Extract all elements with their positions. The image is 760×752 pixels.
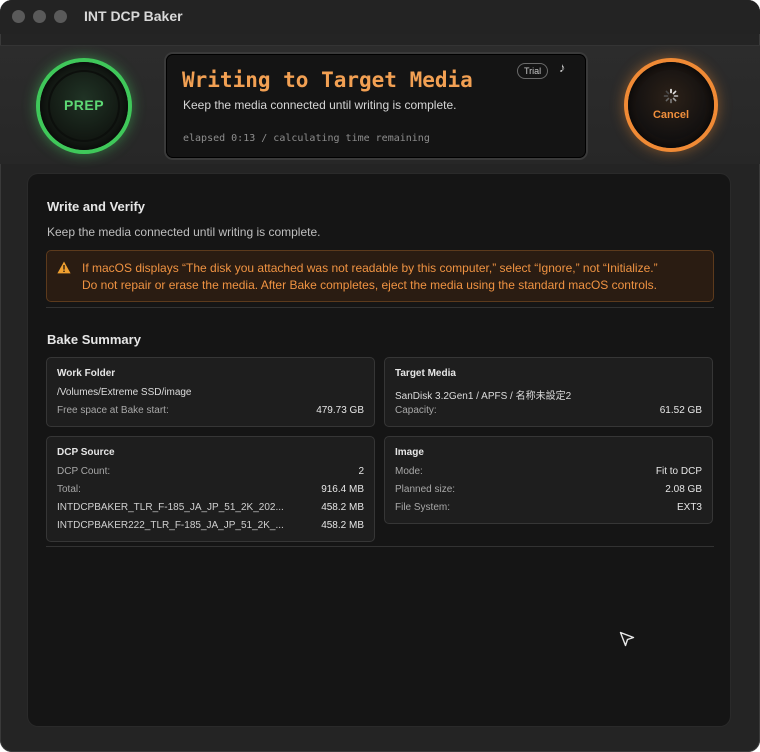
image-row-label: Planned size: xyxy=(395,484,456,495)
dcp-source-row: DCP Count: 2 xyxy=(57,466,364,480)
work-folder-card: Work Folder /Volumes/Extreme SSD/image F… xyxy=(46,357,375,427)
image-row: Mode: Fit to DCP xyxy=(395,466,702,480)
close-window-button[interactable] xyxy=(12,10,25,23)
app-window: INT DCP Baker PREP Writing to Target Med… xyxy=(0,0,760,752)
cancel-button[interactable]: Cancel xyxy=(628,62,714,148)
image-row-value: EXT3 xyxy=(676,502,702,513)
free-space-value: 479.73 GB xyxy=(316,405,364,416)
prep-button-label: PREP xyxy=(63,97,105,113)
window-title: INT DCP Baker xyxy=(84,8,183,24)
summary-divider xyxy=(46,546,714,547)
music-note-icon[interactable]: ♪ xyxy=(559,60,566,75)
dcp-source-row: INTDCPBAKER_TLR_F-185_JA_JP_51_2K_202...… xyxy=(57,502,364,516)
prep-button[interactable]: PREP xyxy=(40,62,128,150)
capacity-value: 61.52 GB xyxy=(659,405,702,416)
image-row-label: File System: xyxy=(395,502,451,513)
dcp-source-row-value: 916.4 MB xyxy=(321,484,364,495)
status-display: Writing to Target Media Keep the media c… xyxy=(166,54,586,158)
image-row-value: Fit to DCP xyxy=(655,466,702,477)
elapsed-time-text: elapsed 0:13 / calculating time remainin… xyxy=(183,133,430,144)
target-media-device: SanDisk 3.2Gen1 / APFS / 名称未設定2 xyxy=(395,391,572,402)
image-row-value: 2.08 GB xyxy=(665,484,702,495)
dcp-source-row-value: 458.2 MB xyxy=(321,502,364,513)
zoom-window-button[interactable] xyxy=(54,10,67,23)
free-space-row: Free space at Bake start: 479.73 GB xyxy=(57,405,364,419)
dcp-source-card: DCP Source DCP Count: 2 Total: 916.4 MB … xyxy=(46,436,375,542)
target-media-card: Target Media SanDisk 3.2Gen1 / APFS / 名称… xyxy=(384,357,713,427)
dcp-source-row: INTDCPBAKER222_TLR_F-185_JA_JP_51_2K_...… xyxy=(57,520,364,534)
dcp-source-row-label: INTDCPBAKER222_TLR_F-185_JA_JP_51_2K_... xyxy=(57,520,284,531)
image-row: File System: EXT3 xyxy=(395,502,702,516)
dcp-source-row-label: INTDCPBAKER_TLR_F-185_JA_JP_51_2K_202... xyxy=(57,502,284,513)
cancel-button-label: Cancel xyxy=(652,109,690,121)
warning-banner: If macOS displays “The disk you attached… xyxy=(46,250,714,302)
image-card: Image Mode: Fit to DCP Planned size: 2.0… xyxy=(384,436,713,524)
title-bar: INT DCP Baker xyxy=(0,0,760,34)
section-divider xyxy=(46,307,714,308)
free-space-label: Free space at Bake start: xyxy=(57,405,169,416)
trial-badge[interactable]: Trial xyxy=(517,63,549,79)
status-title: Writing to Target Media xyxy=(182,68,473,92)
dcp-source-row-label: Total: xyxy=(57,484,81,495)
cancel-button-face: Cancel xyxy=(636,70,706,140)
dcp-source-row-label: DCP Count: xyxy=(57,466,111,477)
work-folder-title: Work Folder xyxy=(57,368,116,379)
status-subtitle: Keep the media connected until writing i… xyxy=(183,98,457,112)
dcp-source-row-value: 2 xyxy=(358,466,364,477)
capacity-label: Capacity: xyxy=(395,405,437,416)
mouse-pointer-icon xyxy=(619,631,635,647)
warning-text-line-1: If macOS displays “The disk you attached… xyxy=(82,261,658,275)
image-title: Image xyxy=(395,447,424,458)
summary-heading: Bake Summary xyxy=(47,332,141,347)
section-heading: Write and Verify xyxy=(47,199,146,214)
image-row: Planned size: 2.08 GB xyxy=(395,484,702,498)
warning-text-line-2: Do not repair or erase the media. After … xyxy=(82,278,657,292)
dcp-source-row-value: 458.2 MB xyxy=(321,520,364,531)
dcp-source-row: Total: 916.4 MB xyxy=(57,484,364,498)
image-row-label: Mode: xyxy=(395,466,423,477)
minimize-window-button[interactable] xyxy=(33,10,46,23)
work-folder-path: /Volumes/Extreme SSD/image xyxy=(57,387,192,398)
capacity-row: Capacity: 61.52 GB xyxy=(395,405,702,419)
target-media-title: Target Media xyxy=(395,368,456,379)
warning-triangle-icon xyxy=(57,261,71,274)
spinner-icon xyxy=(663,88,679,104)
dcp-source-title: DCP Source xyxy=(57,447,115,458)
section-description: Keep the media connected until writing i… xyxy=(47,225,321,239)
prep-button-face: PREP xyxy=(48,70,120,142)
